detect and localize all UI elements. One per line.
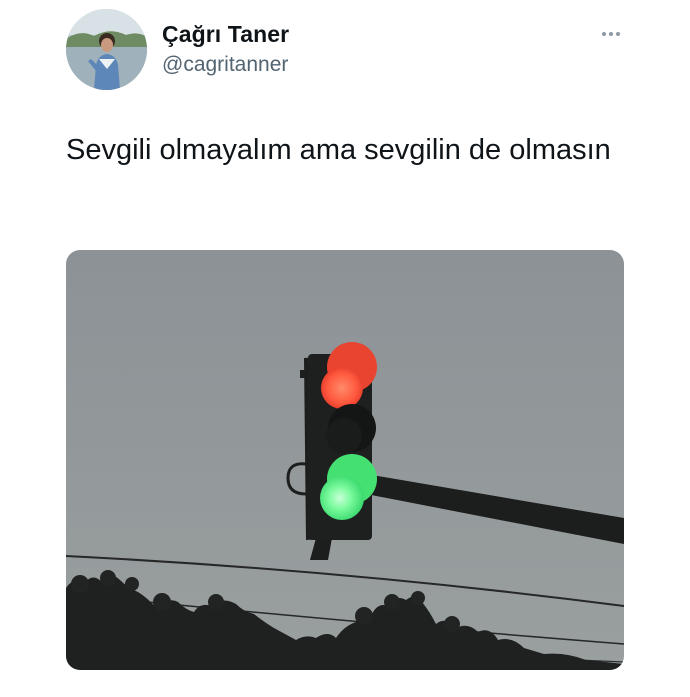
- ellipsis-icon: [616, 32, 620, 36]
- more-options-button[interactable]: [596, 24, 626, 44]
- author-name[interactable]: Çağrı Taner: [162, 21, 289, 48]
- ellipsis-icon: [602, 32, 606, 36]
- tweet-text: Sevgili olmayalım ama sevgilin de olması…: [66, 134, 611, 166]
- tweet-card: Çağrı Taner @cagritanner Sevgili olmayal…: [0, 0, 690, 697]
- avatar-photo: [66, 9, 147, 90]
- author-handle[interactable]: @cagritanner: [162, 53, 288, 77]
- ellipsis-icon: [609, 32, 613, 36]
- tweet-media-image[interactable]: [66, 250, 624, 670]
- author-avatar[interactable]: [66, 9, 147, 90]
- traffic-light-photo: [66, 250, 624, 670]
